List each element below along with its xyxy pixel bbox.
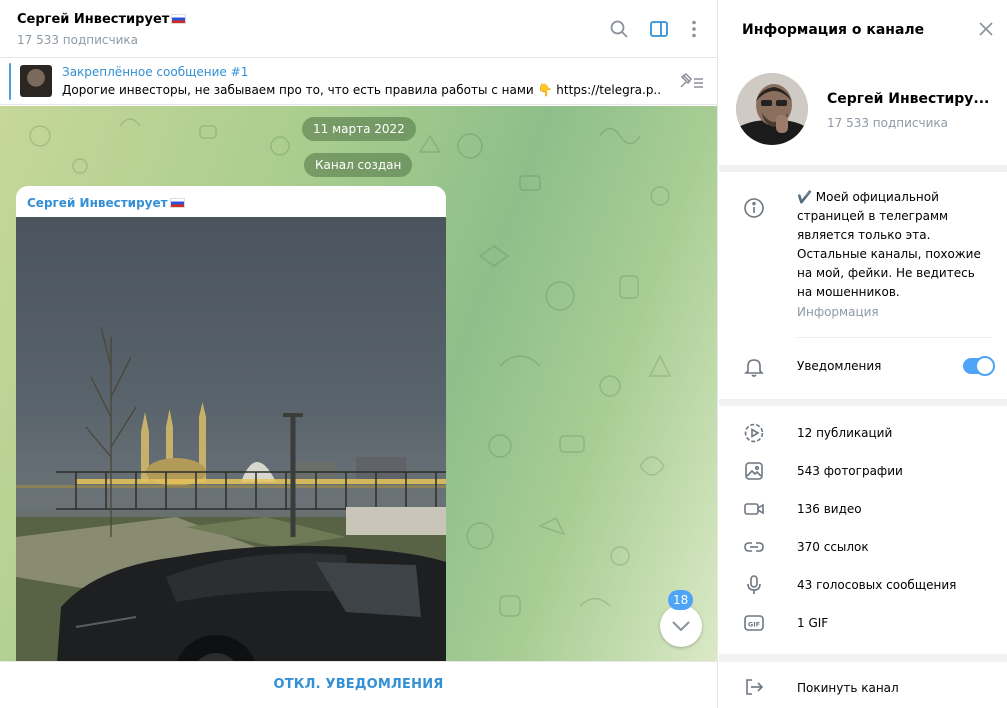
message-photo[interactable] [16,217,446,661]
channel-info-header: Информация о канале Сергей Инвестиру... … [719,0,1007,165]
chevron-down-icon [672,621,690,632]
scroll-down-button[interactable] [660,605,702,647]
channel-title[interactable]: Сергей Инвестирует [17,12,187,27]
panel-title: Информация о канале [742,22,925,38]
media-label-posts: 12 публикаций [797,426,893,440]
avatar-portrait [736,73,808,145]
message-bubble[interactable]: Сергей Инвестирует [16,186,446,661]
media-label-videos: 136 видео [797,502,862,516]
russia-flag-icon [171,14,187,24]
shared-media-section: 12 публикаций 543 фотографии 136 видео 3… [719,406,1007,654]
close-icon[interactable] [977,20,995,38]
gif-icon: GIF [743,612,765,634]
notifications-toggle[interactable] [963,356,995,376]
media-row-photos[interactable]: 543 фотографии [719,452,1007,490]
pinned-title: Закреплённое сообщение #1 [62,65,249,79]
chat-header[interactable]: Сергей Инвестирует 17 533 подписчика [0,0,717,58]
mute-notifications-button[interactable]: ОТКЛ. УВЕДОМЛЕНИЯ [0,661,717,708]
chat-panel: Сергей Инвестирует 17 533 подписчика Зак… [0,0,718,708]
sidebar-toggle-icon[interactable] [647,17,671,41]
channel-description-section: ✔️ Моей официальной страницей в телеграм… [719,172,1007,399]
media-row-posts[interactable]: 12 публикаций [719,414,1007,452]
pinned-text: Дорогие инвесторы, не забываем про то, ч… [62,83,662,97]
channel-info-panel: Информация о канале Сергей Инвестиру... … [719,0,1007,708]
pinned-message-bar[interactable]: Закреплённое сообщение #1 Дорогие инвест… [0,58,717,105]
media-label-voice: 43 голосовых сообщения [797,578,957,592]
leave-channel-button[interactable]: Покинуть канал [719,662,1007,708]
bell-icon [743,356,765,378]
pinned-indicator [9,63,11,100]
media-label-gif: 1 GIF [797,616,829,630]
search-icon[interactable] [607,17,631,41]
unread-count-badge: 18 [668,590,694,610]
microphone-icon [743,574,765,596]
media-row-voice[interactable]: 43 голосовых сообщения [719,566,1007,604]
info-icon [743,197,765,219]
russia-flag-icon [169,198,185,208]
media-row-videos[interactable]: 136 видео [719,490,1007,528]
pinned-list-icon[interactable] [679,72,705,92]
channel-avatar[interactable] [736,73,808,145]
divider [797,337,992,338]
photo-scene [16,326,446,661]
channel-title-text: Сергей Инвестирует [17,12,170,27]
video-icon [743,498,765,520]
pinned-thumbnail [20,65,52,97]
message-author[interactable]: Сергей Инвестирует [27,196,185,210]
channel-name: Сергей Инвестиру... [827,91,990,107]
media-label-photos: 543 фотографии [797,464,903,478]
media-row-links[interactable]: 370 ссылок [719,528,1007,566]
leave-icon [743,676,765,698]
more-vertical-icon[interactable] [682,17,706,41]
svg-text:GIF: GIF [748,621,760,629]
link-icon [743,536,765,558]
date-pill: 11 марта 2022 [302,117,416,141]
chat-area[interactable]: 11 марта 2022 Канал создан Сергей Инвест… [0,106,717,661]
toggle-knob [975,356,995,376]
service-message: Канал создан [304,153,413,177]
video-message-icon [743,422,765,444]
leave-channel-label: Покинуть канал [797,681,899,695]
media-label-links: 370 ссылок [797,540,869,554]
channel-subscribers: 17 533 подписчика [17,33,139,47]
description-label: Информация [797,305,879,319]
channel-description: ✔️ Моей официальной страницей в телеграм… [797,190,981,299]
media-row-gif[interactable]: GIF 1 GIF [719,604,1007,642]
photo-icon [743,460,765,482]
notifications-label: Уведомления [797,359,882,373]
message-author-text: Сергей Инвестирует [27,196,168,210]
channel-subscribers-count: 17 533 подписчика [827,116,949,130]
